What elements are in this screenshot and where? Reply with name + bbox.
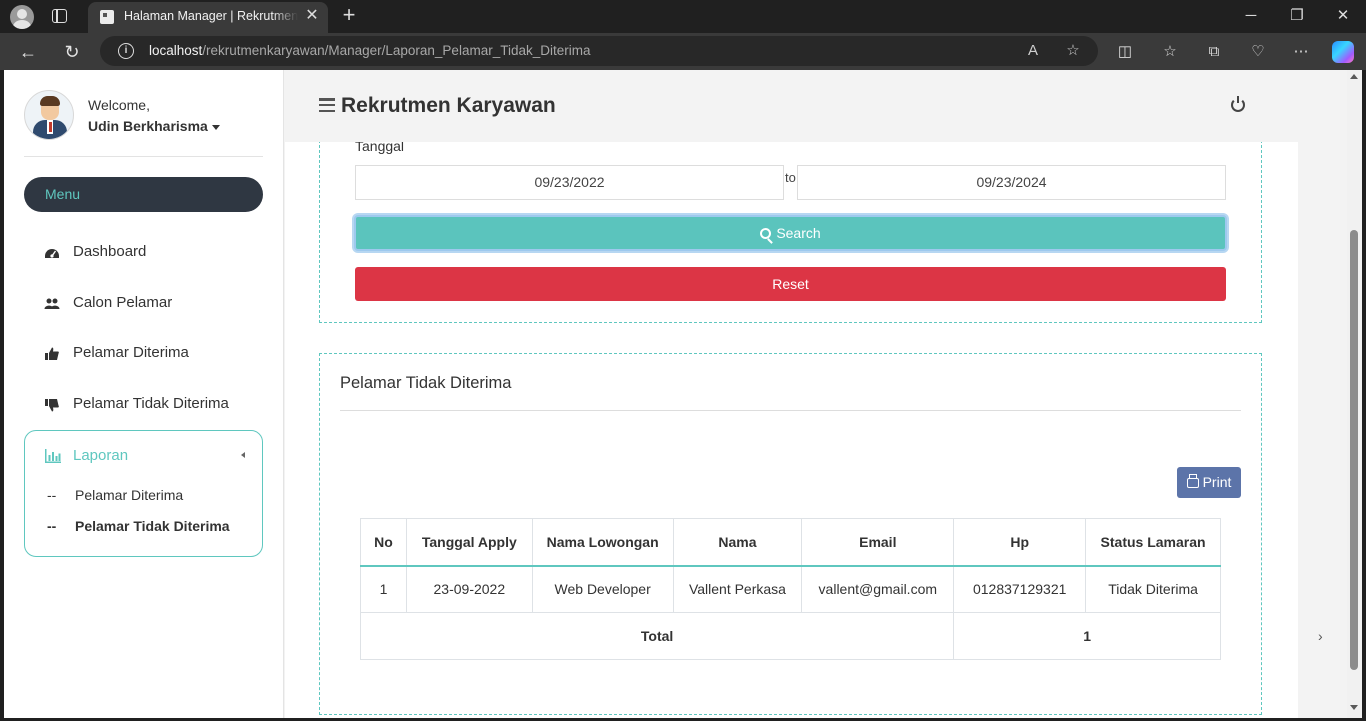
refresh-icon[interactable]: ↻ bbox=[59, 39, 85, 65]
page-scrollbar[interactable] bbox=[1347, 70, 1362, 718]
sidebar-item-dashboard[interactable]: Dashboard bbox=[24, 233, 263, 273]
copilot-icon[interactable] bbox=[1332, 41, 1354, 63]
table-total-row: Total 1 bbox=[359, 612, 1221, 660]
more-options-icon[interactable]: ⋯ bbox=[1288, 39, 1314, 65]
sidebar-item-label: Pelamar Tidak Diterima bbox=[73, 395, 229, 412]
print-button[interactable]: Print bbox=[1177, 467, 1241, 498]
hamburger-menu-icon[interactable] bbox=[319, 98, 335, 113]
table-cell: vallent@gmail.com bbox=[801, 565, 955, 613]
url-text: localhost/rekrutmenkaryawan/Manager/Lapo… bbox=[149, 43, 591, 58]
date-from-input[interactable]: 09/23/2022 bbox=[355, 165, 784, 200]
sidebar-group-laporan: Laporan -- Pelamar Diterima -- Pelamar Tid… bbox=[24, 430, 263, 557]
column-header: Nama Lowongan bbox=[531, 518, 674, 567]
sidebar-subitem-pelamar-diterima[interactable]: -- Pelamar Diterima bbox=[47, 487, 183, 503]
sidebar-subitem-pelamar-tidak-diterima[interactable]: -- Pelamar Tidak Diterima bbox=[47, 518, 230, 534]
table-cell: 1 bbox=[360, 565, 407, 613]
sidebar-item-label: Pelamar Diterima bbox=[73, 344, 189, 361]
favorites-icon[interactable]: ☆ bbox=[1157, 39, 1183, 65]
sidebar-item-pelamar-diterima[interactable]: Pelamar Diterima bbox=[24, 334, 263, 374]
right-gutter bbox=[1298, 70, 1347, 718]
dash-marker: -- bbox=[47, 487, 57, 503]
top-header: Rekrutmen Karyawan bbox=[285, 70, 1347, 142]
scroll-up-arrow-icon[interactable] bbox=[1350, 74, 1358, 79]
chevron-right-icon[interactable]: › bbox=[1318, 628, 1323, 644]
scrollbar-thumb[interactable] bbox=[1350, 230, 1358, 670]
results-title: Pelamar Tidak Diterima bbox=[340, 374, 512, 392]
column-header: Hp bbox=[953, 518, 1087, 567]
caret-down-icon bbox=[211, 124, 220, 130]
table-row: 1 23-09-2022 Web Developer Vallent Perka… bbox=[360, 565, 1221, 613]
column-header: Nama bbox=[672, 518, 803, 567]
power-icon[interactable] bbox=[1231, 96, 1245, 112]
split-screen-icon[interactable]: ◫ bbox=[1112, 39, 1138, 65]
sidebar-item-pelamar-tidak-diterima[interactable]: Pelamar Tidak Diterima bbox=[24, 385, 263, 425]
menu-header: Menu bbox=[24, 177, 263, 212]
date-range-separator: to bbox=[785, 170, 796, 185]
print-icon bbox=[1186, 474, 1199, 488]
tab-actions-icon[interactable] bbox=[52, 9, 67, 23]
table-header-row: No Tanggal Apply Nama Lowongan Nama Emai… bbox=[360, 518, 1221, 567]
table-cell: Vallent Perkasa bbox=[672, 565, 803, 613]
users-icon bbox=[44, 298, 60, 309]
avatar bbox=[24, 90, 74, 140]
dashboard-icon bbox=[45, 249, 59, 258]
table-cell: 23-09-2022 bbox=[405, 565, 533, 613]
tab-title: Halaman Manager | Rekrutmen Karyawan bbox=[124, 9, 298, 23]
favorite-star-icon[interactable]: ☆ bbox=[1062, 40, 1084, 62]
page-viewport: Welcome, Udin Berkharisma Menu Dashboard… bbox=[4, 70, 1347, 718]
subitem-label: Pelamar Tidak Diterima bbox=[75, 518, 230, 534]
caret-left-icon bbox=[241, 452, 245, 458]
column-header: Status Lamaran bbox=[1085, 518, 1221, 567]
sidebar-item-label: Calon Pelamar bbox=[73, 294, 173, 311]
browser-tab-bar: Halaman Manager | Rekrutmen Karyawan ✕ +… bbox=[0, 0, 1366, 33]
results-table: No Tanggal Apply Nama Lowongan Nama Emai… bbox=[359, 518, 1221, 660]
sidebar-item-label: Laporan bbox=[73, 447, 129, 464]
favicon-icon bbox=[100, 10, 114, 24]
bar-chart-icon bbox=[45, 449, 61, 463]
reset-button[interactable]: Reset bbox=[355, 267, 1226, 301]
table-cell: 012837129321 bbox=[953, 565, 1087, 613]
username: Udin Berkharisma bbox=[88, 118, 208, 134]
url-field[interactable]: i localhost/rekrutmenkaryawan/Manager/La… bbox=[100, 36, 1098, 66]
dash-marker: -- bbox=[47, 518, 57, 534]
subitem-label: Pelamar Diterima bbox=[75, 487, 184, 503]
collections-icon[interactable]: ⧉ bbox=[1201, 39, 1227, 65]
thumbs-down-icon bbox=[45, 399, 59, 412]
date-to-input[interactable]: 09/23/2024 bbox=[797, 165, 1226, 200]
new-tab-icon[interactable]: + bbox=[338, 3, 360, 27]
read-aloud-icon[interactable]: A bbox=[1022, 40, 1044, 62]
address-bar-row: ← ↻ i localhost/rekrutmenkaryawan/Manage… bbox=[0, 33, 1366, 70]
sidebar-divider bbox=[24, 156, 263, 157]
table-cell: Tidak Diterima bbox=[1085, 565, 1221, 613]
column-header: Email bbox=[801, 518, 955, 567]
profile-icon[interactable] bbox=[10, 5, 34, 29]
sidebar: Welcome, Udin Berkharisma Menu Dashboard… bbox=[4, 70, 284, 718]
sidebar-item-laporan[interactable]: Laporan bbox=[25, 435, 262, 475]
column-header: No bbox=[360, 518, 407, 567]
table-cell: Web Developer bbox=[531, 565, 674, 613]
scroll-down-arrow-icon[interactable] bbox=[1350, 705, 1358, 710]
column-header: Tanggal Apply bbox=[405, 518, 533, 567]
browser-tab[interactable]: Halaman Manager | Rekrutmen Karyawan ✕ bbox=[88, 2, 328, 33]
total-value: 1 bbox=[953, 612, 1221, 660]
user-dropdown[interactable]: Udin Berkharisma bbox=[88, 118, 220, 134]
browser-essentials-icon[interactable]: ♡ bbox=[1245, 39, 1271, 65]
page-title: Rekrutmen Karyawan bbox=[341, 94, 556, 117]
close-tab-icon[interactable]: ✕ bbox=[304, 7, 320, 25]
sidebar-item-label: Dashboard bbox=[73, 243, 147, 260]
back-icon[interactable]: ← bbox=[15, 39, 41, 65]
restore-icon[interactable]: ❐ bbox=[1285, 4, 1309, 28]
total-label: Total bbox=[359, 612, 955, 660]
results-divider bbox=[340, 410, 1241, 411]
search-icon bbox=[760, 228, 772, 239]
thumbs-up-icon bbox=[45, 347, 59, 360]
search-button[interactable]: Search bbox=[354, 215, 1227, 251]
minimize-icon[interactable]: ─ bbox=[1239, 4, 1263, 28]
welcome-text: Welcome, bbox=[88, 97, 150, 113]
close-window-icon[interactable]: ✕ bbox=[1331, 4, 1355, 28]
sidebar-item-calon-pelamar[interactable]: Calon Pelamar bbox=[24, 284, 263, 324]
site-info-icon[interactable]: i bbox=[118, 43, 134, 59]
